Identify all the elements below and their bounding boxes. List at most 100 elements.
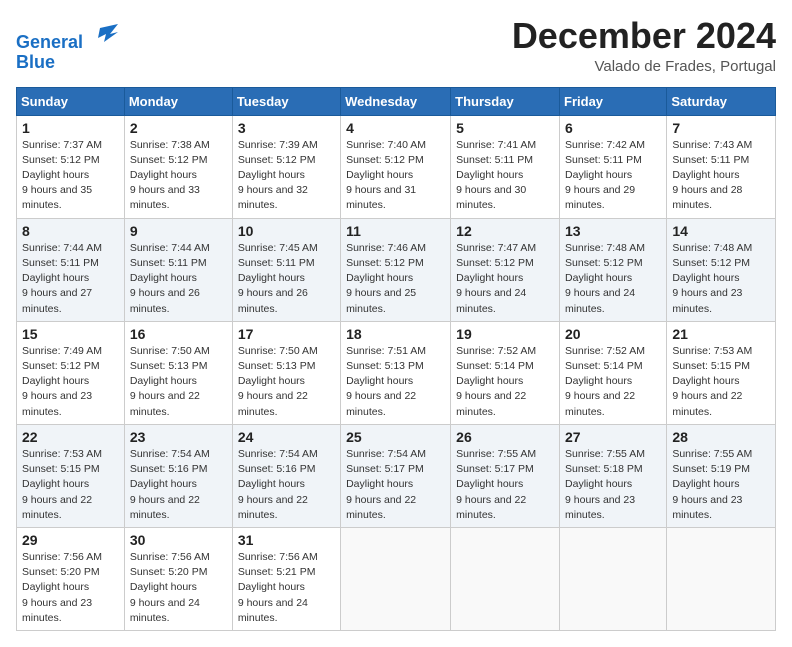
day-number: 10	[238, 223, 335, 239]
day-cell	[560, 527, 667, 630]
day-number: 9	[130, 223, 227, 239]
day-cell: 21 Sunrise: 7:53 AM Sunset: 5:15 PM Dayl…	[667, 321, 776, 424]
day-number: 3	[238, 120, 335, 136]
day-cell: 18 Sunrise: 7:51 AM Sunset: 5:13 PM Dayl…	[341, 321, 451, 424]
day-info: Sunrise: 7:51 AM Sunset: 5:13 PM Dayligh…	[346, 344, 445, 420]
day-info: Sunrise: 7:39 AM Sunset: 5:12 PM Dayligh…	[238, 138, 335, 214]
week-row-3: 15 Sunrise: 7:49 AM Sunset: 5:12 PM Dayl…	[17, 321, 776, 424]
day-number: 27	[565, 429, 661, 445]
day-cell: 6 Sunrise: 7:42 AM Sunset: 5:11 PM Dayli…	[560, 115, 667, 218]
day-number: 7	[672, 120, 770, 136]
weekday-sunday: Sunday	[17, 87, 125, 115]
week-row-1: 1 Sunrise: 7:37 AM Sunset: 5:12 PM Dayli…	[17, 115, 776, 218]
day-number: 13	[565, 223, 661, 239]
day-cell	[341, 527, 451, 630]
day-cell: 25 Sunrise: 7:54 AM Sunset: 5:17 PM Dayl…	[341, 424, 451, 527]
day-info: Sunrise: 7:44 AM Sunset: 5:11 PM Dayligh…	[130, 241, 227, 317]
weekday-monday: Monday	[124, 87, 232, 115]
day-number: 2	[130, 120, 227, 136]
day-cell: 16 Sunrise: 7:50 AM Sunset: 5:13 PM Dayl…	[124, 321, 232, 424]
day-number: 18	[346, 326, 445, 342]
day-cell: 19 Sunrise: 7:52 AM Sunset: 5:14 PM Dayl…	[451, 321, 560, 424]
day-number: 26	[456, 429, 554, 445]
week-row-5: 29 Sunrise: 7:56 AM Sunset: 5:20 PM Dayl…	[17, 527, 776, 630]
day-info: Sunrise: 7:53 AM Sunset: 5:15 PM Dayligh…	[672, 344, 770, 420]
day-cell: 9 Sunrise: 7:44 AM Sunset: 5:11 PM Dayli…	[124, 218, 232, 321]
day-cell: 3 Sunrise: 7:39 AM Sunset: 5:12 PM Dayli…	[232, 115, 340, 218]
day-info: Sunrise: 7:50 AM Sunset: 5:13 PM Dayligh…	[238, 344, 335, 420]
header: General Blue December 2024 Valado de Fra…	[16, 16, 776, 75]
day-info: Sunrise: 7:52 AM Sunset: 5:14 PM Dayligh…	[456, 344, 554, 420]
day-number: 8	[22, 223, 119, 239]
day-cell: 14 Sunrise: 7:48 AM Sunset: 5:12 PM Dayl…	[667, 218, 776, 321]
day-number: 6	[565, 120, 661, 136]
day-number: 14	[672, 223, 770, 239]
calendar: SundayMondayTuesdayWednesdayThursdayFrid…	[16, 87, 776, 631]
day-cell: 27 Sunrise: 7:55 AM Sunset: 5:18 PM Dayl…	[560, 424, 667, 527]
day-info: Sunrise: 7:52 AM Sunset: 5:14 PM Dayligh…	[565, 344, 661, 420]
day-cell: 1 Sunrise: 7:37 AM Sunset: 5:12 PM Dayli…	[17, 115, 125, 218]
day-number: 30	[130, 532, 227, 548]
logo-blue-text: Blue	[16, 52, 55, 72]
day-cell: 22 Sunrise: 7:53 AM Sunset: 5:15 PM Dayl…	[17, 424, 125, 527]
day-number: 1	[22, 120, 119, 136]
day-number: 24	[238, 429, 335, 445]
weekday-wednesday: Wednesday	[341, 87, 451, 115]
day-number: 29	[22, 532, 119, 548]
day-info: Sunrise: 7:40 AM Sunset: 5:12 PM Dayligh…	[346, 138, 445, 214]
day-number: 15	[22, 326, 119, 342]
day-info: Sunrise: 7:53 AM Sunset: 5:15 PM Dayligh…	[22, 447, 119, 523]
logo-bird-icon	[90, 20, 118, 48]
title-area: December 2024 Valado de Frades, Portugal	[512, 16, 776, 75]
week-row-2: 8 Sunrise: 7:44 AM Sunset: 5:11 PM Dayli…	[17, 218, 776, 321]
weekday-thursday: Thursday	[451, 87, 560, 115]
day-cell: 2 Sunrise: 7:38 AM Sunset: 5:12 PM Dayli…	[124, 115, 232, 218]
day-cell: 12 Sunrise: 7:47 AM Sunset: 5:12 PM Dayl…	[451, 218, 560, 321]
month-title: December 2024	[512, 16, 776, 56]
day-number: 21	[672, 326, 770, 342]
day-info: Sunrise: 7:55 AM Sunset: 5:17 PM Dayligh…	[456, 447, 554, 523]
day-info: Sunrise: 7:49 AM Sunset: 5:12 PM Dayligh…	[22, 344, 119, 420]
day-number: 16	[130, 326, 227, 342]
day-cell: 13 Sunrise: 7:48 AM Sunset: 5:12 PM Dayl…	[560, 218, 667, 321]
day-cell: 17 Sunrise: 7:50 AM Sunset: 5:13 PM Dayl…	[232, 321, 340, 424]
day-cell: 5 Sunrise: 7:41 AM Sunset: 5:11 PM Dayli…	[451, 115, 560, 218]
day-info: Sunrise: 7:50 AM Sunset: 5:13 PM Dayligh…	[130, 344, 227, 420]
day-number: 31	[238, 532, 335, 548]
day-cell: 23 Sunrise: 7:54 AM Sunset: 5:16 PM Dayl…	[124, 424, 232, 527]
day-number: 17	[238, 326, 335, 342]
location: Valado de Frades, Portugal	[512, 58, 776, 75]
day-number: 25	[346, 429, 445, 445]
day-number: 20	[565, 326, 661, 342]
day-cell: 20 Sunrise: 7:52 AM Sunset: 5:14 PM Dayl…	[560, 321, 667, 424]
day-info: Sunrise: 7:48 AM Sunset: 5:12 PM Dayligh…	[565, 241, 661, 317]
day-number: 22	[22, 429, 119, 445]
day-cell: 29 Sunrise: 7:56 AM Sunset: 5:20 PM Dayl…	[17, 527, 125, 630]
calendar-body: 1 Sunrise: 7:37 AM Sunset: 5:12 PM Dayli…	[17, 115, 776, 630]
day-cell: 26 Sunrise: 7:55 AM Sunset: 5:17 PM Dayl…	[451, 424, 560, 527]
day-number: 12	[456, 223, 554, 239]
day-cell	[667, 527, 776, 630]
weekday-tuesday: Tuesday	[232, 87, 340, 115]
day-cell: 31 Sunrise: 7:56 AM Sunset: 5:21 PM Dayl…	[232, 527, 340, 630]
day-info: Sunrise: 7:41 AM Sunset: 5:11 PM Dayligh…	[456, 138, 554, 214]
day-info: Sunrise: 7:54 AM Sunset: 5:16 PM Dayligh…	[238, 447, 335, 523]
day-cell: 24 Sunrise: 7:54 AM Sunset: 5:16 PM Dayl…	[232, 424, 340, 527]
day-info: Sunrise: 7:43 AM Sunset: 5:11 PM Dayligh…	[672, 138, 770, 214]
day-info: Sunrise: 7:56 AM Sunset: 5:20 PM Dayligh…	[130, 550, 227, 626]
day-info: Sunrise: 7:37 AM Sunset: 5:12 PM Dayligh…	[22, 138, 119, 214]
day-cell: 10 Sunrise: 7:45 AM Sunset: 5:11 PM Dayl…	[232, 218, 340, 321]
day-info: Sunrise: 7:48 AM Sunset: 5:12 PM Dayligh…	[672, 241, 770, 317]
logo-general: General	[16, 32, 83, 52]
day-info: Sunrise: 7:54 AM Sunset: 5:16 PM Dayligh…	[130, 447, 227, 523]
day-cell: 30 Sunrise: 7:56 AM Sunset: 5:20 PM Dayl…	[124, 527, 232, 630]
day-info: Sunrise: 7:56 AM Sunset: 5:21 PM Dayligh…	[238, 550, 335, 626]
day-info: Sunrise: 7:38 AM Sunset: 5:12 PM Dayligh…	[130, 138, 227, 214]
day-info: Sunrise: 7:45 AM Sunset: 5:11 PM Dayligh…	[238, 241, 335, 317]
day-info: Sunrise: 7:47 AM Sunset: 5:12 PM Dayligh…	[456, 241, 554, 317]
day-number: 23	[130, 429, 227, 445]
weekday-friday: Friday	[560, 87, 667, 115]
day-cell: 4 Sunrise: 7:40 AM Sunset: 5:12 PM Dayli…	[341, 115, 451, 218]
day-info: Sunrise: 7:55 AM Sunset: 5:18 PM Dayligh…	[565, 447, 661, 523]
day-number: 5	[456, 120, 554, 136]
